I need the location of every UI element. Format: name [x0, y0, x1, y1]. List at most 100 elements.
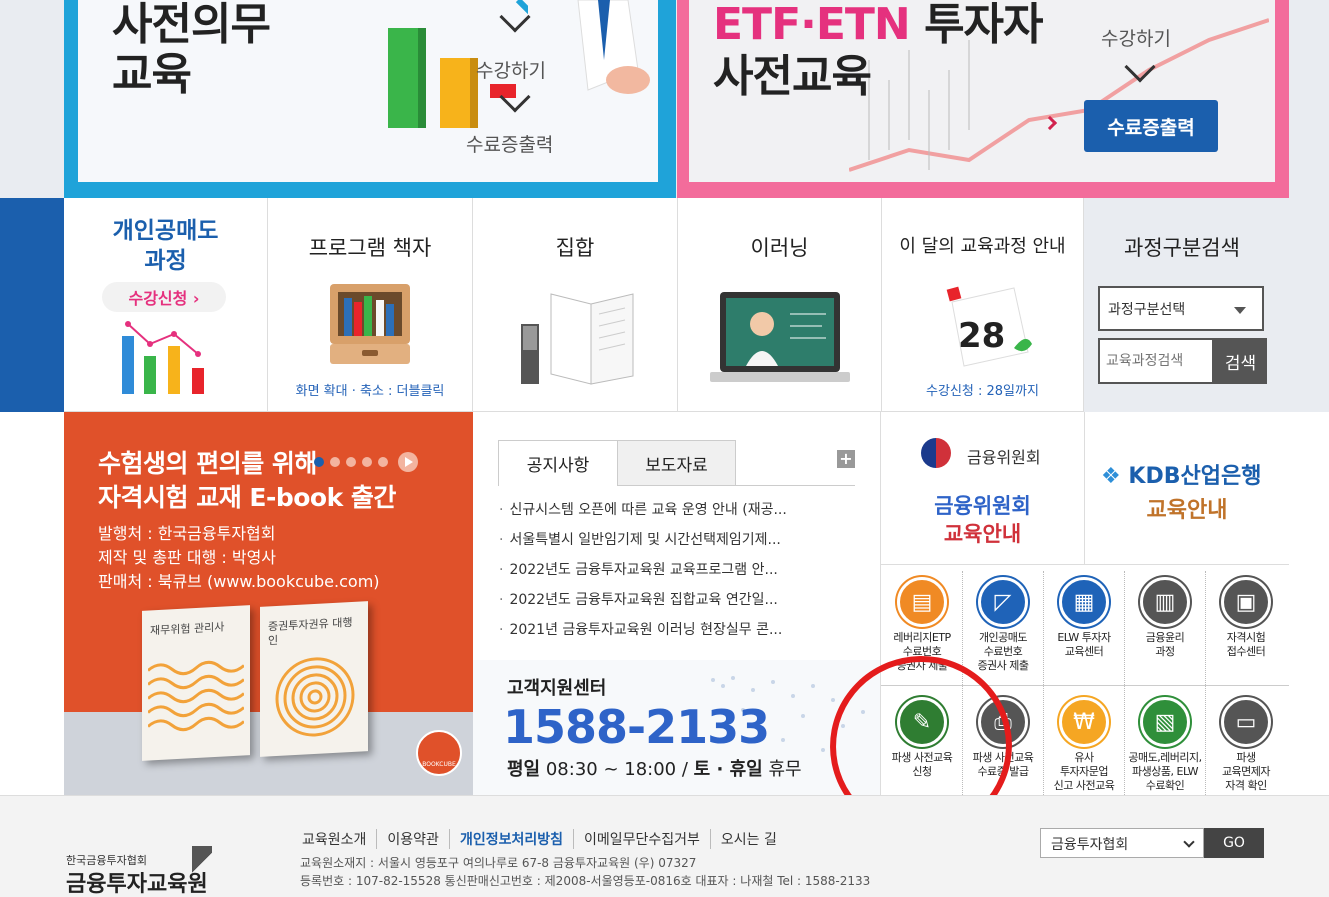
search-title: 과정구분검색: [1124, 236, 1240, 260]
banner-title-line2: 사전교육: [713, 51, 872, 102]
tile-subtext: 화면 확대 · 축소 : 더블클릭: [295, 384, 445, 399]
support-phone: 1588-2133: [503, 700, 770, 754]
notice-list: 신규시스템 오픈에 따른 교육 운영 안내 (재공... 서울특별시 일반임기제…: [499, 495, 829, 645]
notice-item[interactable]: 신규시스템 오픈에 따른 교육 운영 안내 (재공...: [499, 495, 829, 525]
monthly-course-tile[interactable]: 이 달의 교육과정 안내 28 수강신청 : 28일까지: [882, 198, 1084, 412]
quick-link-label: 파생상품, ELW: [1132, 765, 1198, 778]
quick-link-label: 개인공매도: [978, 631, 1028, 644]
ebook-seller: 판매처 : 북큐브 (www.bookcube.com): [98, 572, 380, 591]
quick-link-2[interactable]: ◸ 개인공매도 수료번호 증권사 제출: [963, 565, 1043, 680]
tile-title: 이러닝: [750, 236, 809, 260]
footer-link-email-refusal[interactable]: 이메일무단수집거부: [574, 829, 711, 849]
more-plus-icon[interactable]: +: [837, 450, 855, 468]
notice-board: 공지사항 보도자료 + 신규시스템 오픈에 따른 교육 운영 안내 (재공...…: [473, 412, 881, 660]
book-cover-risk-manager: 재무위험 관리사: [142, 605, 250, 761]
laptop-lecture-icon: [710, 292, 850, 382]
carousel-dot[interactable]: [314, 457, 324, 467]
calendar-day: 28: [958, 316, 1006, 356]
banner-title-line1: 사전의무: [112, 0, 271, 50]
site-footer: 한국금융투자협회 금융투자교육원 교육원소개 이용약관 개인정보처리방침 이메일…: [0, 795, 1329, 897]
short-selling-course-tile[interactable]: 개인공매도 과정 수강신청 ›: [64, 198, 268, 412]
quick-link-label: 신고 사전교육: [1053, 779, 1115, 792]
course-category-select[interactable]: 과정구분선택: [1098, 286, 1264, 331]
fsc-logo-icon: [921, 438, 951, 468]
quick-link-label: 접수센터: [1226, 645, 1266, 658]
tab-press[interactable]: 보도자료: [617, 440, 736, 486]
go-button[interactable]: GO: [1204, 828, 1264, 858]
quick-link-5[interactable]: ▣ 자격시험 접수센터: [1206, 565, 1286, 680]
chart-icon: ◸: [978, 577, 1028, 627]
kdb-subtitle: 교육안내: [1146, 498, 1228, 523]
etf-etn-education-banner[interactable]: ETF·ETN 투자자 사전교육 수강하기 수료증출력: [677, 0, 1289, 198]
tab-underline: [617, 485, 855, 486]
tile-subtext: 수강신청 : 28일까지: [926, 384, 1039, 399]
enroll-link[interactable]: 수강하기: [1101, 24, 1171, 51]
certificate-link[interactable]: 수료증출력: [466, 130, 553, 157]
tile-title: 프로그램 책자: [308, 236, 432, 260]
bookshelf-icon: [330, 284, 410, 364]
quick-link-3[interactable]: ▦ ELW 투자자 교육센터: [1044, 565, 1124, 680]
dropdown-arrow-icon: [1234, 307, 1246, 314]
notice-item[interactable]: 2022년도 금융투자교육원 집합교육 연간일...: [499, 585, 829, 615]
quick-link-label: 유사: [1074, 751, 1094, 764]
kdb-logo-icon: ❖: [1101, 464, 1121, 489]
open-book-icon: [521, 293, 634, 385]
notice-item[interactable]: 2021년 금융투자교육원 이러닝 현장실무 콘...: [499, 615, 829, 645]
course-search-input[interactable]: [1098, 338, 1214, 384]
classroom-tile[interactable]: 집합: [473, 198, 678, 412]
customer-support-panel: 고객지원센터 1588-2133 평일 08:30 ~ 18:00 / 토 · …: [473, 660, 881, 795]
enroll-link[interactable]: 수강하기: [476, 56, 546, 83]
menu-side-accent: [0, 198, 64, 412]
quick-link-label: 공매도,레버리지,: [1128, 751, 1202, 764]
quick-link-8[interactable]: ₩ 유사 투자자문업 신고 사전교육: [1044, 685, 1124, 800]
ebook-publisher: 발행처 : 한국금융투자협회: [98, 524, 276, 543]
kdb-education-banner[interactable]: ❖ KDB산업은행 교육안내: [1085, 412, 1289, 565]
quick-link-label: 교육면제자: [1221, 765, 1271, 778]
id-card-icon: ▭: [1221, 697, 1271, 747]
chevron-down-icon: [1183, 836, 1195, 848]
mandatory-education-banner[interactable]: 사전의무 교육 수강하기 수료증출력: [64, 0, 676, 198]
quick-link-label: 자격 확인: [1225, 779, 1267, 792]
quick-link-4[interactable]: ▥ 금융윤리 과정: [1125, 565, 1205, 680]
footer-links: 교육원소개 이용약관 개인정보처리방침 이메일무단수집거부 오시는 길: [302, 829, 787, 849]
enroll-button[interactable]: 수강신청 ›: [102, 282, 226, 312]
tab-notice[interactable]: 공지사항: [498, 440, 618, 486]
footer-link-privacy[interactable]: 개인정보처리방침: [450, 829, 574, 849]
program-book-tile[interactable]: 프로그램 책자 화면 확대 · 축소 : 더블클릭: [268, 198, 473, 412]
quick-link-9[interactable]: ▧ 공매도,레버리지, 파생상품, ELW 수료확인: [1125, 685, 1205, 800]
bookcube-logo: BOOKCUBE: [416, 730, 462, 776]
quick-link-10[interactable]: ▭ 파생 교육면제자 자격 확인: [1206, 685, 1286, 800]
elearning-tile[interactable]: 이러닝: [678, 198, 882, 412]
notice-item[interactable]: 2022년도 금융투자교육원 교육프로그램 안...: [499, 555, 829, 585]
diploma-icon: ▧: [1140, 697, 1190, 747]
carousel-pager[interactable]: [314, 452, 418, 472]
quick-link-label: 금융윤리: [1145, 631, 1185, 644]
certificate-button[interactable]: 수료증출력: [1084, 100, 1218, 152]
family-site-select[interactable]: 금융투자협회: [1040, 828, 1204, 858]
support-hours: 평일 08:30 ~ 18:00 / 토 · 휴일 휴무: [507, 759, 802, 780]
carousel-dot[interactable]: [346, 457, 356, 467]
ebook-distributor: 제작 및 총판 대행 : 박영사: [98, 548, 277, 567]
notice-item[interactable]: 서울특별시 일반임기제 및 시간선택제임기제...: [499, 525, 829, 555]
quick-link-label: 증권사 제출: [977, 659, 1029, 672]
card-icon: ▦: [1059, 577, 1109, 627]
money-icon: ▥: [1140, 577, 1190, 627]
fsc-education-banner[interactable]: 금융위원회 금융위원회 교육안내: [881, 412, 1085, 565]
book-cover-investment-advisor: 증권투자권유 대행인: [260, 601, 368, 757]
ebook-banner[interactable]: 수험생의 편의를 위해 자격시험 교재 E-book 출간 발행처 : 한국금융…: [64, 412, 473, 795]
footer-link-terms[interactable]: 이용약관: [377, 829, 450, 849]
fsc-subtitle: 교육안내: [943, 522, 1022, 546]
search-button[interactable]: 검색: [1214, 338, 1267, 384]
footer-link-directions[interactable]: 오시는 길: [711, 829, 787, 849]
person-illustration: [577, 0, 650, 94]
carousel-dot[interactable]: [362, 457, 372, 467]
select-value: 과정구분선택: [1108, 302, 1186, 318]
footer-link-about[interactable]: 교육원소개: [302, 829, 378, 849]
carousel-play-icon[interactable]: [398, 452, 418, 472]
quick-link-label: 과정: [1155, 645, 1175, 658]
banner-title-investor: 투자자: [924, 0, 1043, 50]
tile-title-line2: 과정: [144, 248, 187, 274]
carousel-dot[interactable]: [330, 457, 340, 467]
tile-title: 집합: [555, 236, 595, 260]
carousel-dot[interactable]: [378, 457, 388, 467]
